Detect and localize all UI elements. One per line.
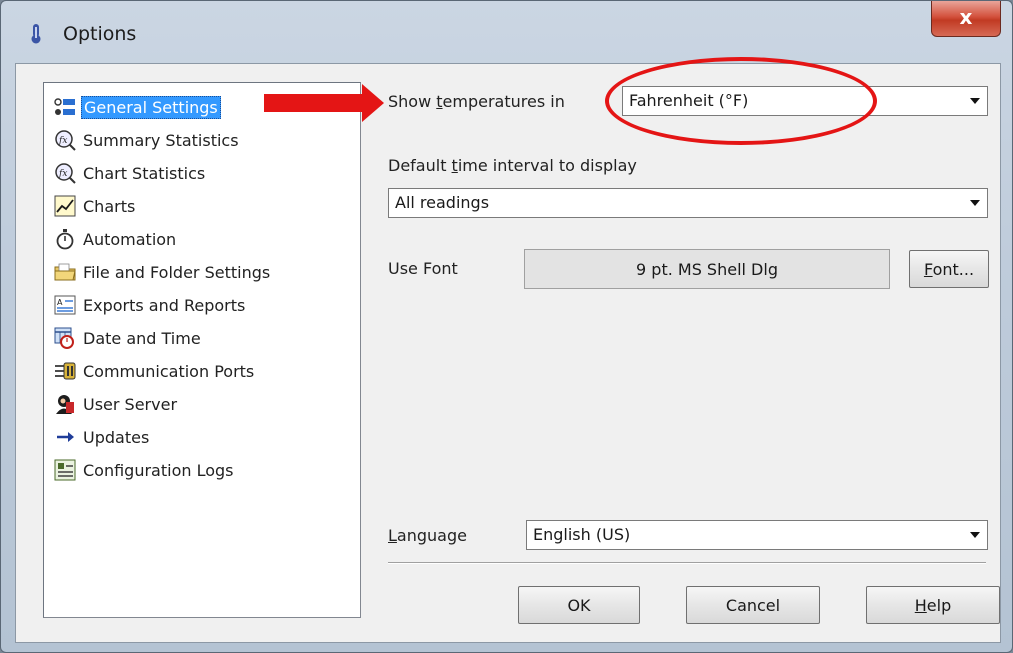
- line-chart-icon: [54, 195, 76, 217]
- tree-item-communication-ports[interactable]: Communication Ports: [54, 356, 256, 386]
- separator: [388, 562, 986, 564]
- chevron-down-icon[interactable]: [964, 88, 986, 114]
- time-interval-value: All readings: [395, 193, 490, 212]
- cancel-button-label: Cancel: [725, 595, 781, 615]
- use-font-label: Use Font: [388, 259, 458, 278]
- title-bar[interactable]: Options x: [1, 1, 1012, 63]
- calendar-clock-icon: [54, 327, 76, 349]
- arrow-right-icon: [54, 426, 76, 448]
- ok-button[interactable]: OK: [518, 586, 640, 624]
- app-icon: [31, 24, 41, 44]
- config-logs-icon: [54, 459, 76, 481]
- tree-label: Exports and Reports: [83, 295, 246, 315]
- comm-ports-icon: [54, 360, 76, 382]
- tree-label: Chart Statistics: [83, 163, 206, 183]
- font-button[interactable]: Font...: [909, 250, 989, 288]
- tree-item-automation[interactable]: Automation: [54, 224, 178, 254]
- font-preview-field: 9 pt. MS Shell Dlg: [524, 249, 890, 289]
- tree-item-updates[interactable]: Updates: [54, 422, 151, 452]
- tree-item-configuration-logs[interactable]: Configuration Logs: [54, 455, 236, 485]
- tree-item-general-settings[interactable]: General Settings: [54, 92, 221, 122]
- cancel-button[interactable]: Cancel: [686, 586, 820, 624]
- font-button-label: Font...: [923, 259, 975, 279]
- tree-item-date-time[interactable]: Date and Time: [54, 323, 203, 353]
- tree-label: File and Folder Settings: [83, 262, 271, 282]
- stopwatch-icon: [54, 228, 76, 250]
- tree-label: Updates: [83, 427, 150, 447]
- tree-label: Summary Statistics: [83, 130, 239, 150]
- tree-item-user-server[interactable]: User Server: [54, 389, 179, 419]
- close-button[interactable]: x: [931, 1, 1001, 37]
- language-dropdown[interactable]: English (US): [526, 520, 988, 550]
- help-button-label: Help: [914, 595, 952, 615]
- options-window: Options x General Settings fx Summary St…: [0, 0, 1013, 653]
- tree-label: Date and Time: [83, 328, 201, 348]
- tree-label: Configuration Logs: [83, 460, 234, 480]
- annotation-arrow-head: [362, 84, 384, 122]
- tree-label: General Settings: [81, 95, 221, 119]
- export-report-icon: A: [54, 294, 76, 316]
- svg-text:A: A: [57, 298, 63, 307]
- language-value: English (US): [533, 525, 631, 544]
- temperature-unit-label: Show temperatures in: [388, 92, 565, 111]
- svg-text:fx: fx: [58, 136, 67, 146]
- chevron-down-icon[interactable]: [964, 190, 986, 216]
- ok-button-label: OK: [567, 595, 591, 615]
- tree-label: Communication Ports: [83, 361, 255, 381]
- tree-label: User Server: [83, 394, 178, 414]
- folder-icon: [54, 261, 76, 283]
- svg-text:fx: fx: [58, 169, 67, 179]
- help-button[interactable]: Help: [866, 586, 1000, 624]
- font-preview-value: 9 pt. MS Shell Dlg: [636, 259, 778, 279]
- window-title: Options: [63, 23, 137, 45]
- fx-magnifier-icon: fx: [54, 129, 76, 151]
- dialog-client-area: General Settings fx Summary Statistics f…: [15, 63, 1001, 643]
- close-icon: x: [959, 5, 973, 29]
- time-interval-dropdown[interactable]: All readings: [388, 188, 988, 218]
- annotation-arrow-shaft: [264, 94, 364, 112]
- user-server-icon: [54, 393, 76, 415]
- chevron-down-icon[interactable]: [964, 522, 986, 548]
- tree-label: Automation: [83, 229, 177, 249]
- tree-item-exports-reports[interactable]: A Exports and Reports: [54, 290, 247, 320]
- tree-item-charts[interactable]: Charts: [54, 191, 137, 221]
- tree-item-summary-statistics[interactable]: fx Summary Statistics: [54, 125, 241, 155]
- language-label: Language: [388, 526, 467, 545]
- fx-magnifier-icon: fx: [54, 162, 76, 184]
- general-settings-icon: [54, 96, 76, 118]
- tree-item-chart-statistics[interactable]: fx Chart Statistics: [54, 158, 207, 188]
- category-tree[interactable]: General Settings fx Summary Statistics f…: [43, 82, 361, 618]
- tree-item-file-folder-settings[interactable]: File and Folder Settings: [54, 257, 272, 287]
- annotation-highlight-ellipse: [605, 57, 877, 145]
- tree-label: Charts: [83, 196, 136, 216]
- time-interval-label: Default time interval to display: [388, 156, 637, 175]
